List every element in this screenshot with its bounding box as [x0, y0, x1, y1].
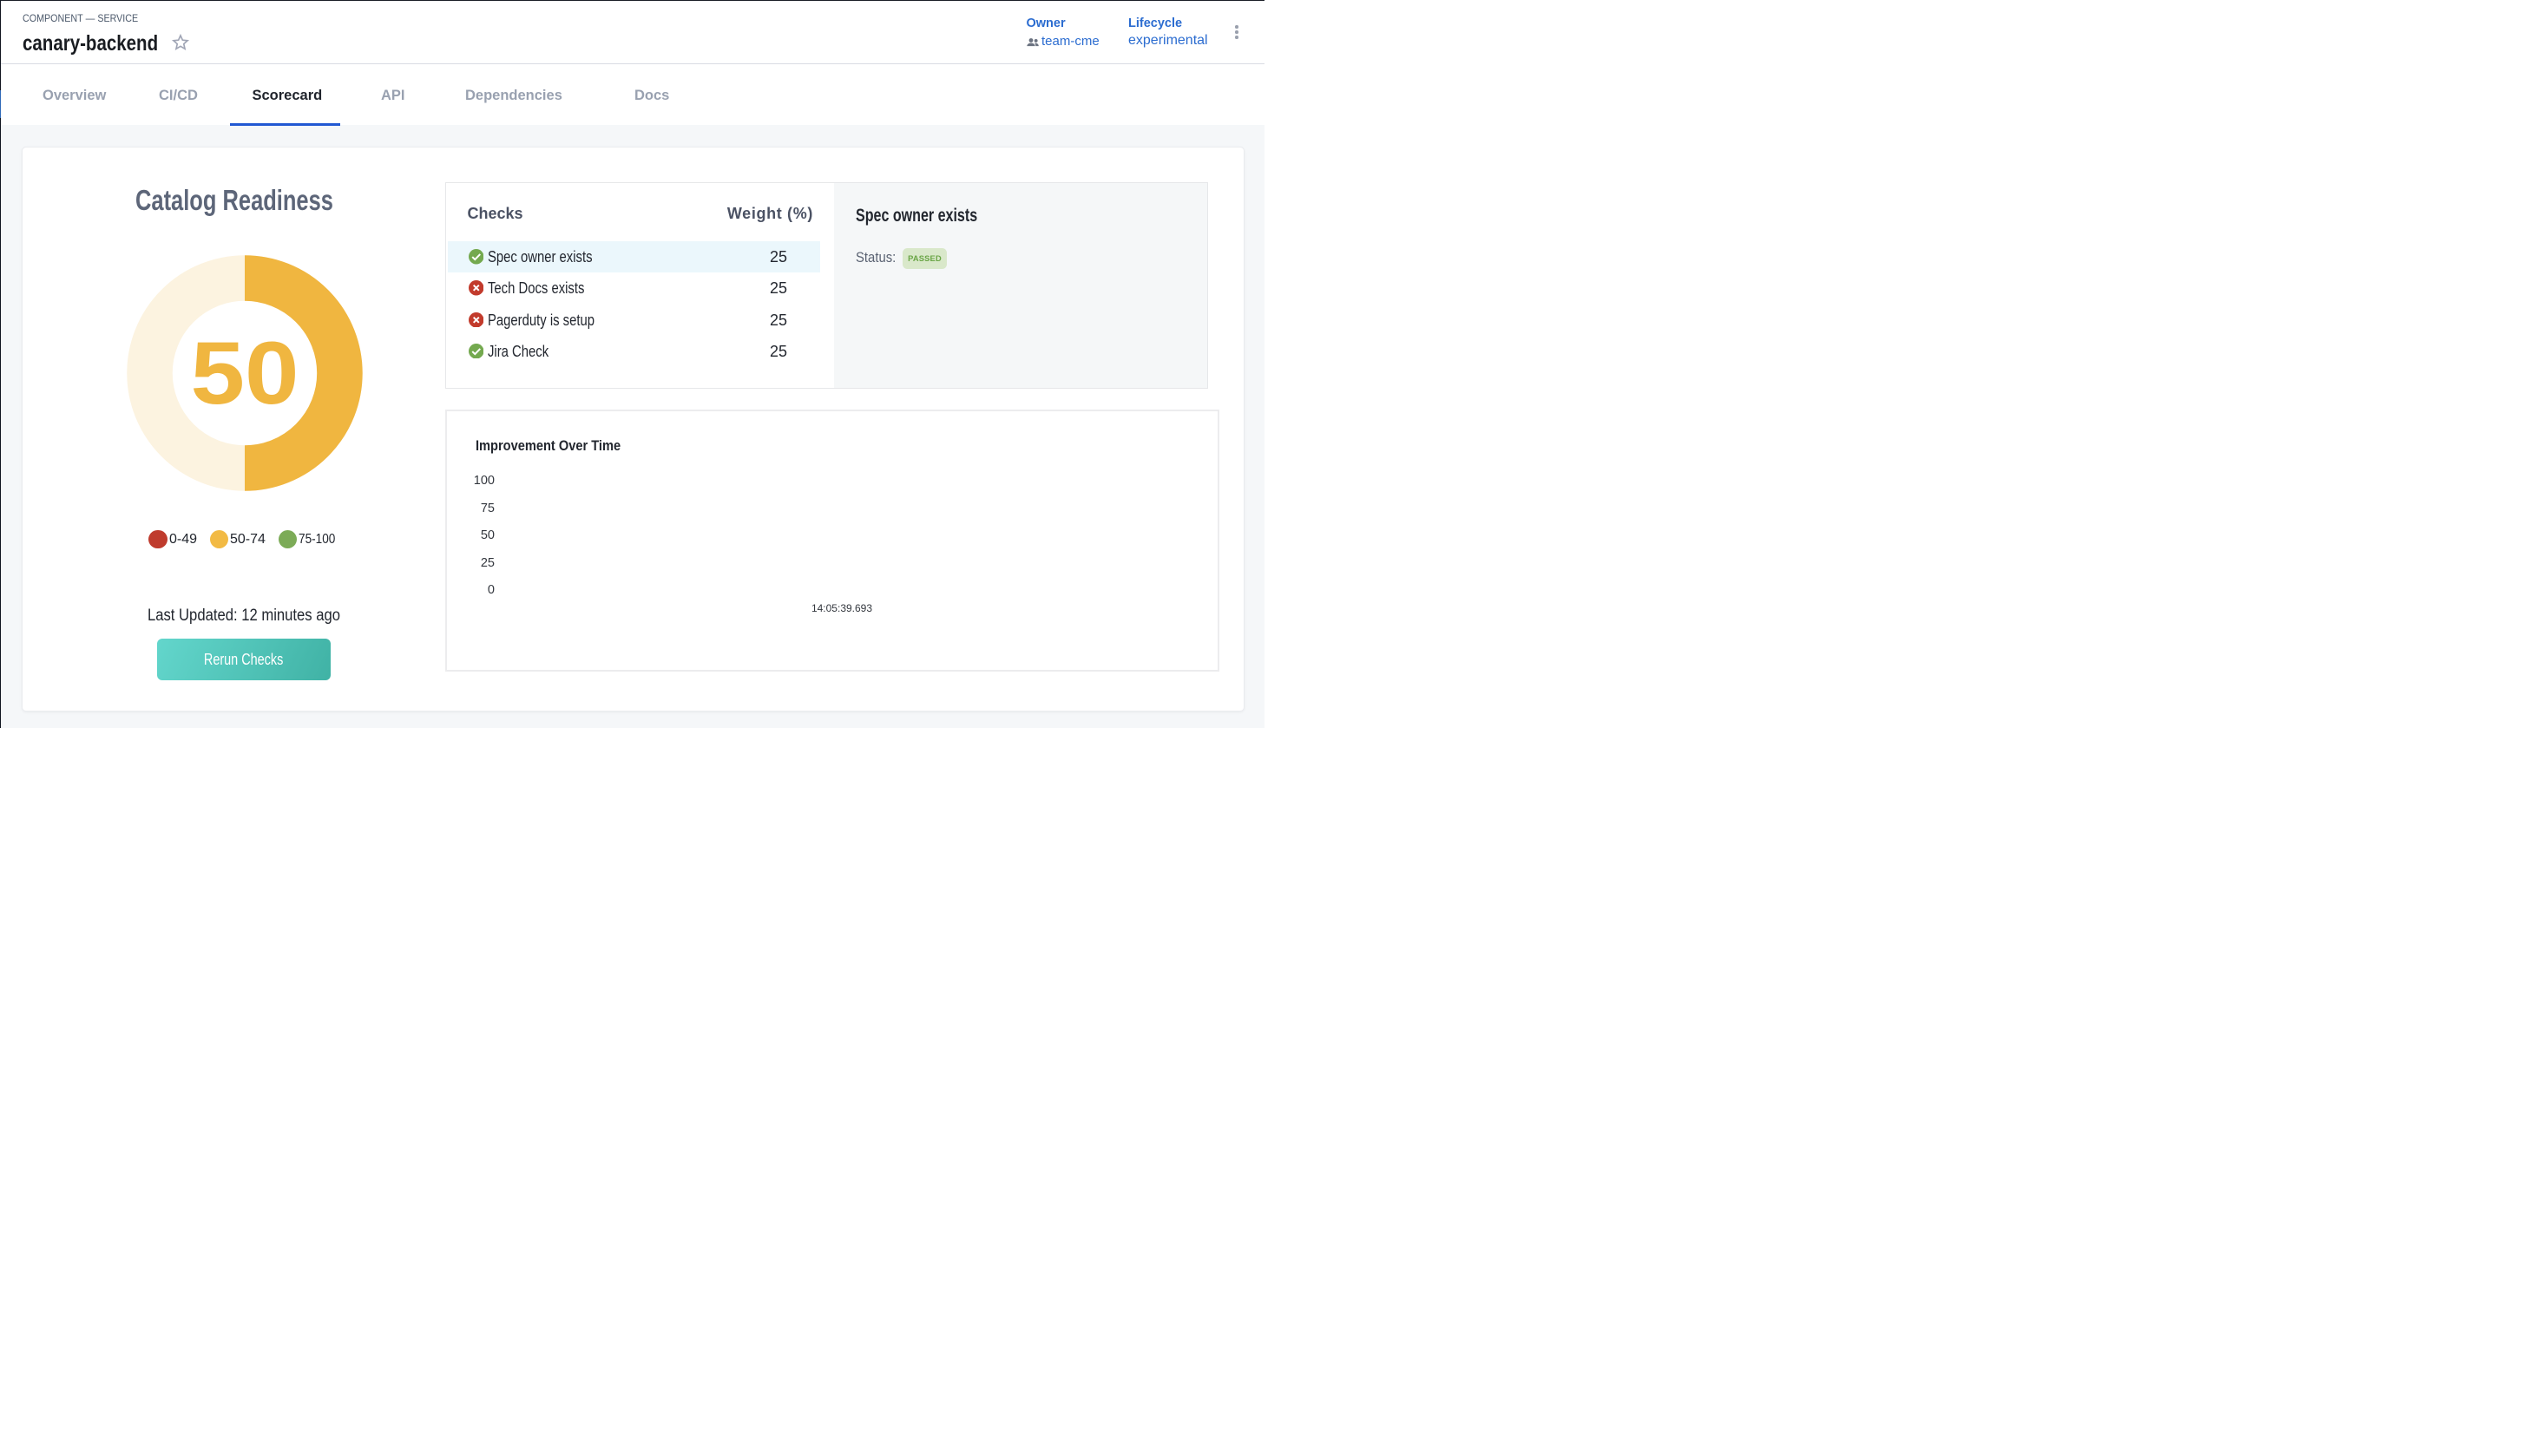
- svg-text:50: 50: [191, 324, 299, 423]
